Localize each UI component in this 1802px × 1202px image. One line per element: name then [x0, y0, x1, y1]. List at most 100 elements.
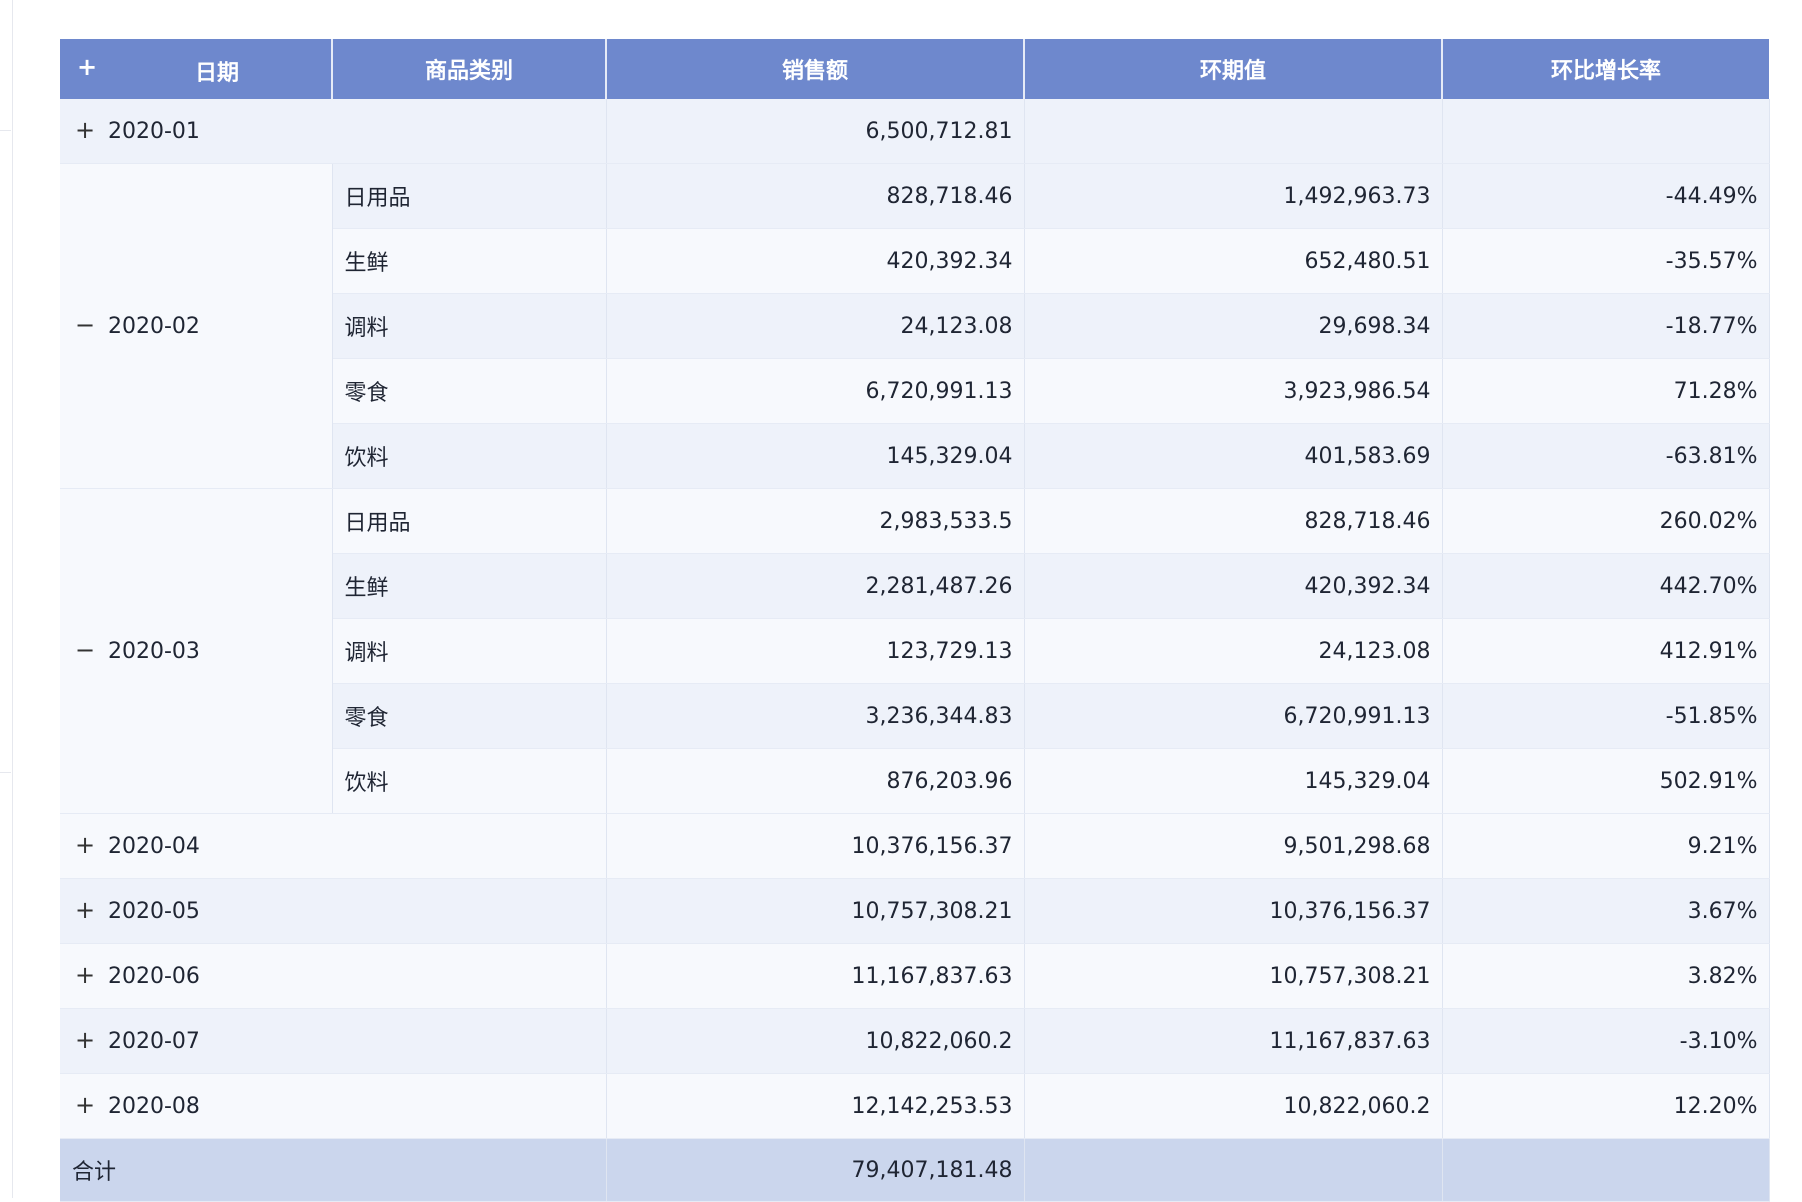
growth-rate-cell — [1442, 99, 1770, 164]
growth-rate-cell: -51.85% — [1442, 683, 1770, 749]
previous-value-cell: 145,329.04 — [1024, 748, 1443, 814]
category-cell: 调料 — [332, 618, 607, 684]
date-label: 2020-05 — [108, 898, 200, 924]
sales-cell: 420,392.34 — [606, 228, 1025, 294]
rail-divider — [0, 78, 11, 131]
sales-cell: 876,203.96 — [606, 748, 1025, 814]
growth-rate-cell: 3.82% — [1442, 943, 1770, 1009]
column-header-growth-rate[interactable]: 环比增长率 — [1442, 39, 1769, 99]
total-rate-cell — [1442, 1138, 1770, 1202]
previous-value-cell: 10,822,060.2 — [1024, 1073, 1443, 1139]
more-options-icon[interactable]: ··· — [1726, 0, 1747, 11]
category-cell: 生鲜 — [332, 228, 607, 294]
category-cell: 生鲜 — [332, 553, 607, 619]
expand-icon[interactable]: + — [72, 118, 98, 142]
column-header-date[interactable]: + 日期 — [60, 39, 333, 99]
category-cell: 零食 — [332, 683, 607, 749]
previous-value-cell — [1024, 99, 1443, 164]
sales-cell: 3,236,344.83 — [606, 683, 1025, 749]
category-cell: 日用品 — [332, 163, 607, 229]
pivot-table: + 日期 商品类别 销售额 环期值 环比增长率 +2020-01 6,500,71… — [60, 39, 1770, 1202]
left-rail — [0, 0, 13, 1198]
growth-rate-cell: 3.67% — [1442, 878, 1770, 944]
total-sales-cell: 79,407,181.48 — [606, 1138, 1025, 1202]
sales-cell: 2,983,533.5 — [606, 488, 1025, 554]
date-cell: −2020-03 — [60, 488, 333, 814]
expand-icon[interactable]: + — [72, 1093, 98, 1117]
sales-cell: 123,729.13 — [606, 618, 1025, 684]
growth-rate-cell: 9.21% — [1442, 813, 1770, 879]
table-row: −2020-02 日用品 828,718.46 1,492,963.73 -44.49% — [60, 163, 1770, 489]
previous-value-cell: 10,757,308.21 — [1024, 943, 1443, 1009]
expand-icon[interactable]: + — [72, 833, 98, 857]
collapse-icon[interactable]: − — [72, 638, 98, 662]
collapse-icon[interactable]: − — [72, 313, 98, 337]
category-cell: 饮料 — [332, 748, 607, 814]
sales-cell: 10,757,308.21 — [606, 878, 1025, 944]
column-header-category[interactable]: 商品类别 — [332, 39, 607, 99]
sales-cell: 2,281,487.26 — [606, 553, 1025, 619]
growth-rate-cell: 442.70% — [1442, 553, 1770, 619]
expand-icon[interactable]: + — [72, 963, 98, 987]
table-row: +2020-05 10,757,308.21 10,376,156.37 3.67% — [60, 878, 1770, 944]
date-label: 2020-04 — [108, 833, 200, 859]
expand-icon[interactable]: + — [72, 1028, 98, 1052]
previous-value-cell: 6,720,991.13 — [1024, 683, 1443, 749]
sales-cell: 6,720,991.13 — [606, 358, 1025, 424]
category-cell: 零食 — [332, 358, 607, 424]
date-cell: +2020-06 — [60, 943, 607, 1009]
sales-cell: 24,123.08 — [606, 293, 1025, 359]
table-row: +2020-04 10,376,156.37 9,501,298.68 9.21% — [60, 813, 1770, 879]
sales-cell: 6,500,712.81 — [606, 99, 1025, 164]
previous-value-cell: 24,123.08 — [1024, 618, 1443, 684]
table-row: −2020-03 日用品 2,983,533.5 828,718.46 260.02% — [60, 488, 1770, 814]
total-label: 合计 — [60, 1138, 607, 1202]
column-header-sales[interactable]: 销售额 — [606, 39, 1025, 99]
sales-cell: 10,376,156.37 — [606, 813, 1025, 879]
expand-icon[interactable]: + — [72, 898, 98, 922]
previous-value-cell: 401,583.69 — [1024, 423, 1443, 489]
previous-value-cell: 10,376,156.37 — [1024, 878, 1443, 944]
column-header-previous[interactable]: 环期值 — [1024, 39, 1443, 99]
growth-rate-cell: 71.28% — [1442, 358, 1770, 424]
sales-cell: 145,329.04 — [606, 423, 1025, 489]
sales-table: + 日期 商品类别 销售额 环期值 环比增长率 +2020-01 6,500,71… — [60, 39, 1770, 1202]
growth-rate-cell: -44.49% — [1442, 163, 1770, 229]
previous-value-cell: 1,492,963.73 — [1024, 163, 1443, 229]
date-cell: +2020-05 — [60, 878, 607, 944]
category-cell: 日用品 — [332, 488, 607, 554]
growth-rate-cell: -3.10% — [1442, 1008, 1770, 1074]
previous-value-cell: 9,501,298.68 — [1024, 813, 1443, 879]
growth-rate-cell: 502.91% — [1442, 748, 1770, 814]
previous-value-cell: 420,392.34 — [1024, 553, 1443, 619]
rail-divider — [0, 770, 11, 773]
growth-rate-cell: 260.02% — [1442, 488, 1770, 554]
growth-rate-cell: -63.81% — [1442, 423, 1770, 489]
date-label: 2020-06 — [108, 963, 200, 989]
growth-rate-cell: 12.20% — [1442, 1073, 1770, 1139]
category-cell: 调料 — [332, 293, 607, 359]
growth-rate-cell: -35.57% — [1442, 228, 1770, 294]
date-label: 2020-02 — [108, 313, 200, 339]
date-label: 2020-08 — [108, 1093, 200, 1119]
date-cell: +2020-04 — [60, 813, 607, 879]
previous-value-cell: 828,718.46 — [1024, 488, 1443, 554]
previous-value-cell: 11,167,837.63 — [1024, 1008, 1443, 1074]
date-cell: +2020-08 — [60, 1073, 607, 1139]
header-row: + 日期 商品类别 销售额 环期值 环比增长率 — [60, 39, 1769, 99]
sales-cell: 12,142,253.53 — [606, 1073, 1025, 1139]
previous-value-cell: 3,923,986.54 — [1024, 358, 1443, 424]
date-cell: +2020-01 — [60, 99, 607, 164]
table-row: +2020-06 11,167,837.63 10,757,308.21 3.82% — [60, 943, 1770, 1009]
table-body: +2020-01 6,500,712.81−2020-02 日用品 828,718.4… — [60, 99, 1770, 1202]
date-cell: −2020-02 — [60, 163, 333, 489]
column-header-label: 日期 — [195, 61, 240, 86]
sales-cell: 10,822,060.2 — [606, 1008, 1025, 1074]
category-cell: 饮料 — [332, 423, 607, 489]
expand-all-icon[interactable]: + — [74, 53, 100, 81]
table-row: +2020-01 6,500,712.81 — [60, 99, 1770, 164]
table-row: +2020-07 10,822,060.2 11,167,837.63 -3.10% — [60, 1008, 1770, 1074]
sales-cell: 828,718.46 — [606, 163, 1025, 229]
date-cell: +2020-07 — [60, 1008, 607, 1074]
sales-cell: 11,167,837.63 — [606, 943, 1025, 1009]
